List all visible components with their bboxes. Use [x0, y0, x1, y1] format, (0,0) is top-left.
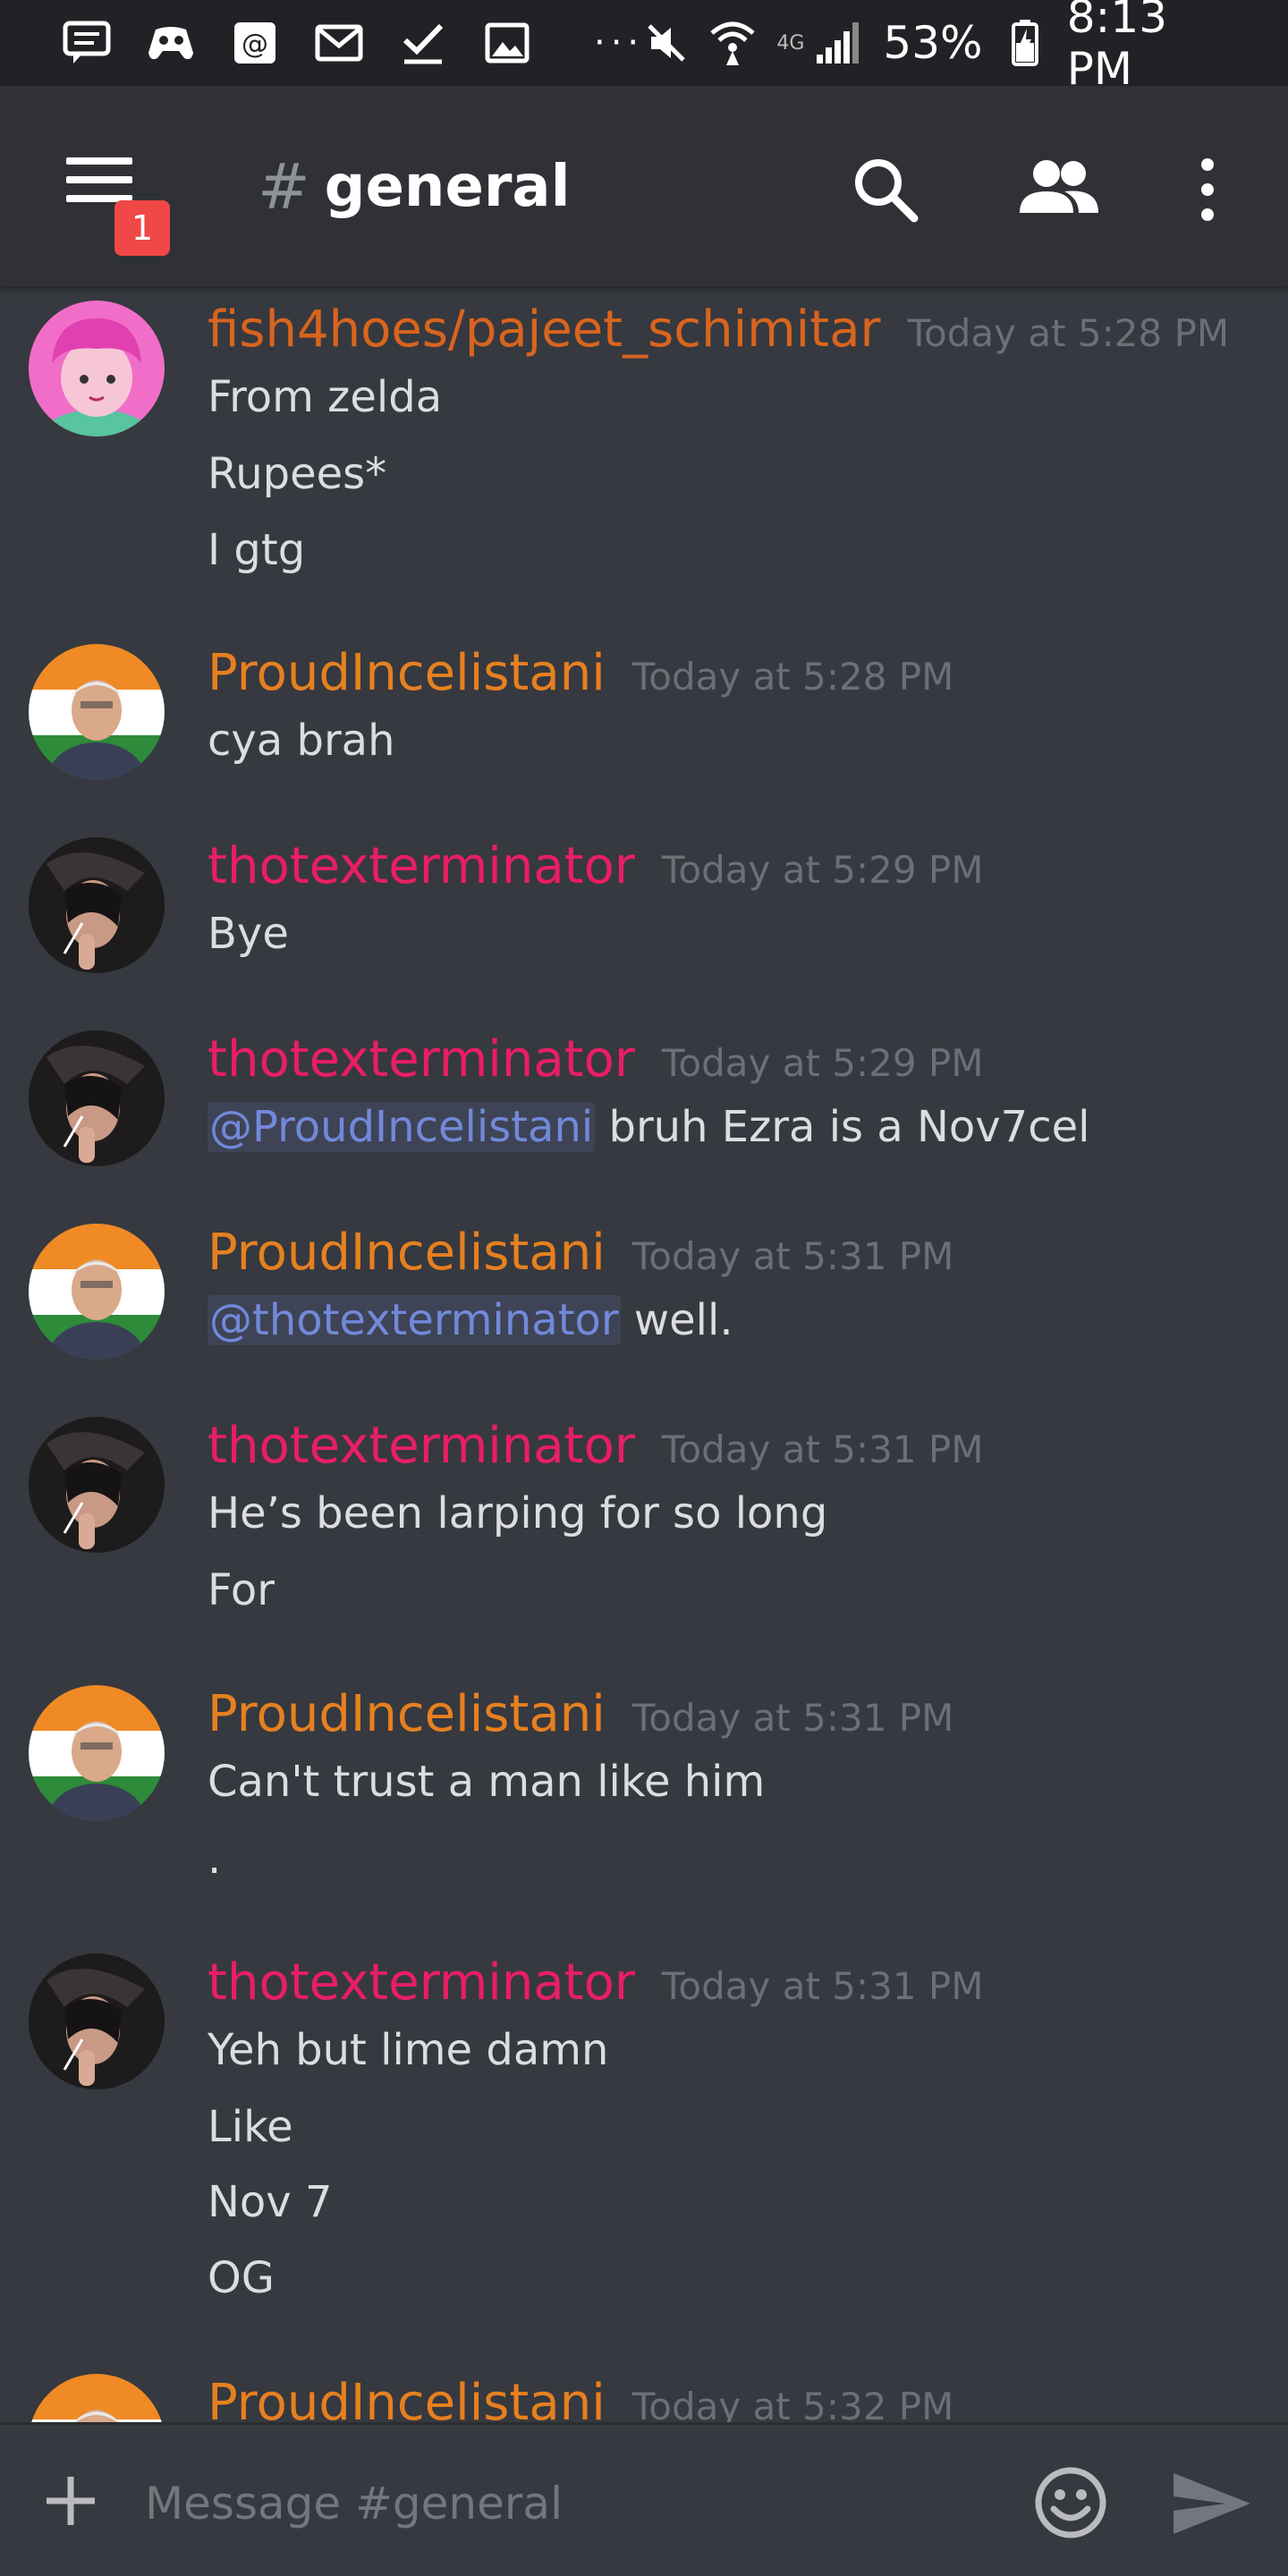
signal-icon [815, 19, 863, 67]
message-text: He’s been larping for so long [208, 1488, 828, 1538]
battery-icon [1003, 19, 1047, 67]
username[interactable]: ProudIncelistani [208, 644, 606, 702]
timestamp: Today at 5:28 PM [631, 655, 954, 699]
avatar[interactable] [29, 2374, 165, 2422]
message-text: For [208, 1565, 275, 1615]
more-notifications-icon: ··· [594, 22, 645, 64]
message-list[interactable]: fish4hoes/pajeet_schimitar Today at 5:28… [0, 286, 1288, 2422]
mute-icon [644, 19, 689, 67]
avatar[interactable] [29, 837, 165, 973]
status-bar: @ ··· 4G 53% 8:13 PM [0, 0, 1288, 95]
message-text: Can't trust a man like him [208, 1757, 766, 1807]
message-text: From zelda [208, 372, 443, 422]
message: thotexterminator Today at 5:29 PM @Proud… [0, 1030, 1288, 1191]
message-composer [0, 2422, 1288, 2576]
avatar[interactable] [29, 1224, 165, 1360]
check-icon [399, 19, 447, 67]
avatar[interactable] [29, 301, 165, 436]
avatar[interactable] [29, 1030, 165, 1166]
message-text: . [208, 1834, 222, 1884]
channel-name: general [324, 154, 571, 220]
message: ProudIncelistani Today at 5:31 PM @thote… [0, 1224, 1288, 1385]
chat-bubble-icon [63, 19, 111, 67]
message: fish4hoes/pajeet_schimitar Today at 5:28… [0, 301, 1288, 623]
message-text: @thotexterminator well. [208, 1295, 733, 1345]
gamepad-icon [147, 19, 195, 67]
timestamp: Today at 5:31 PM [631, 1234, 954, 1278]
more-options-icon[interactable] [1190, 154, 1225, 225]
username[interactable]: ProudIncelistani [208, 1685, 606, 1743]
message-text: Like [208, 2102, 293, 2152]
timestamp: Today at 5:31 PM [631, 1696, 954, 1740]
timestamp: Today at 5:28 PM [907, 311, 1230, 355]
message-text: cya brah [208, 716, 395, 766]
message: ProudIncelistani Today at 5:31 PM Can't … [0, 1685, 1288, 1927]
timestamp: Today at 5:31 PM [661, 1428, 984, 1471]
image-icon [483, 19, 531, 67]
message-text: @ProudIncelistani bruh Ezra is a Nov7cel [208, 1102, 1089, 1152]
channel-title: # general [258, 150, 571, 224]
message: thotexterminator Today at 5:31 PM He’s b… [0, 1417, 1288, 1658]
message-text: Nov 7 [208, 2177, 333, 2227]
message-text: Bye [208, 909, 289, 959]
username[interactable]: ProudIncelistani [208, 1224, 606, 1282]
message: thotexterminator Today at 5:29 PM Bye [0, 837, 1288, 998]
message-text: Rupees* [208, 449, 387, 499]
message: ProudIncelistani Today at 5:32 PM [0, 2374, 1288, 2422]
user-mention[interactable]: @thotexterminator [208, 1295, 621, 1345]
wifi-hotspot-icon [708, 19, 757, 67]
add-attachment-icon[interactable] [41, 2471, 100, 2534]
username[interactable]: thotexterminator [208, 1030, 635, 1089]
timestamp: Today at 5:29 PM [661, 848, 984, 892]
notification-badge: 1 [114, 200, 170, 256]
avatar[interactable] [29, 644, 165, 780]
message-text: OG [208, 2253, 275, 2303]
message-text-body: well. [620, 1295, 733, 1345]
avatar[interactable] [29, 1685, 165, 1821]
user-mention[interactable]: @ProudIncelistani [208, 1102, 596, 1152]
network-type: 4G [776, 31, 805, 55]
svg-text:@: @ [242, 29, 268, 60]
search-icon[interactable] [850, 154, 921, 225]
message-text: I gtg [208, 525, 306, 575]
at-sign-icon: @ [231, 19, 279, 67]
emoji-icon[interactable] [1034, 2466, 1107, 2543]
username[interactable]: ProudIncelistani [208, 2374, 606, 2422]
username[interactable]: thotexterminator [208, 1953, 635, 2012]
channel-header: 1 # general [0, 86, 1288, 286]
send-icon[interactable] [1172, 2471, 1252, 2539]
clock: 8:13 PM [1066, 0, 1167, 95]
message-text-body: bruh Ezra is a Nov7cel [595, 1102, 1090, 1152]
timestamp: Today at 5:29 PM [661, 1041, 984, 1085]
message: thotexterminator Today at 5:31 PM Yeh bu… [0, 1953, 1288, 2347]
avatar[interactable] [29, 1417, 165, 1553]
battery-percent: 53% [883, 17, 983, 69]
username[interactable]: thotexterminator [208, 837, 635, 895]
avatar[interactable] [29, 1953, 165, 2089]
channel-hash-icon: # [258, 150, 310, 224]
message: ProudIncelistani Today at 5:28 PM cya br… [0, 644, 1288, 805]
message-text: Yeh but lime damn [208, 2025, 609, 2075]
timestamp: Today at 5:31 PM [661, 1964, 984, 2008]
timestamp: Today at 5:32 PM [631, 2385, 954, 2422]
username[interactable]: thotexterminator [208, 1417, 635, 1475]
message-input[interactable] [143, 2462, 996, 2545]
gmail-icon [315, 19, 363, 67]
members-icon[interactable] [1016, 154, 1102, 225]
username[interactable]: fish4hoes/pajeet_schimitar [208, 301, 881, 359]
